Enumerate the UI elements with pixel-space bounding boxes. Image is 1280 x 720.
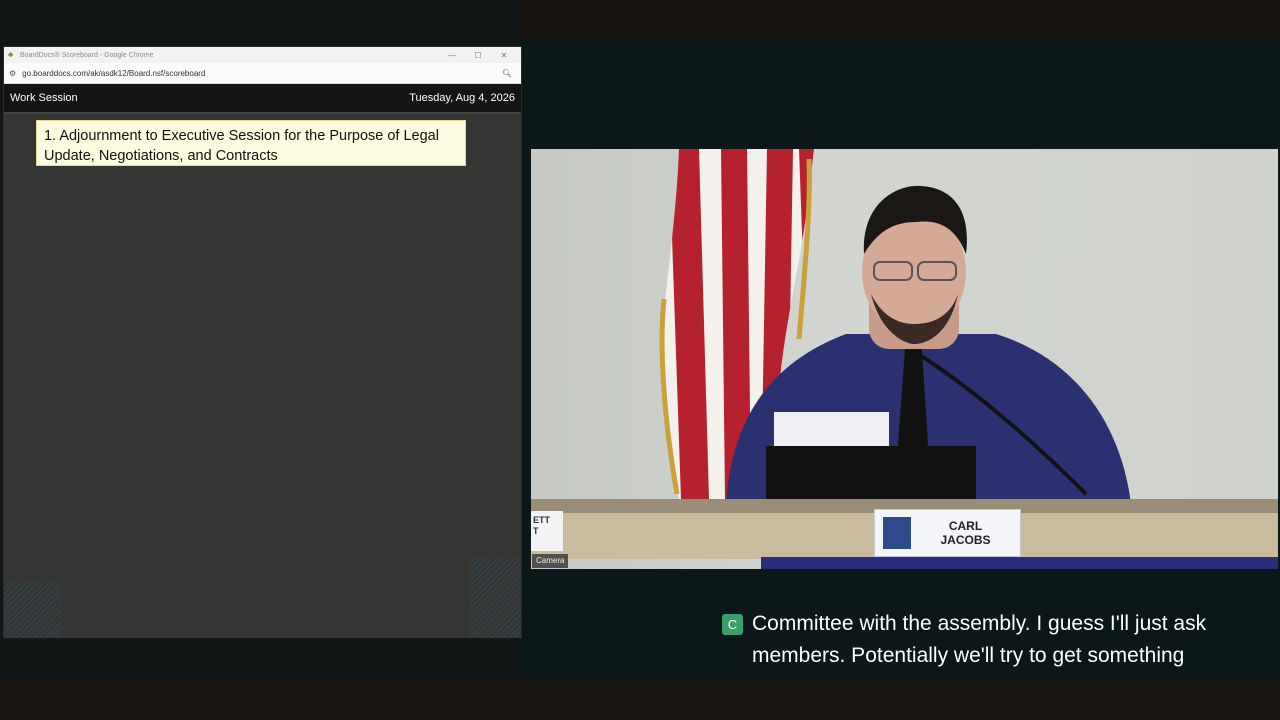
desk-base	[761, 557, 1278, 569]
caption-box: C Committee with the assembly. I guess I…	[722, 608, 1262, 672]
current-agenda-item: 1. Adjournment to Executive Session for …	[36, 120, 466, 166]
caption-line: members. Potentially we'll try to get so…	[752, 644, 1185, 667]
camera-label: Camera	[532, 554, 569, 568]
caption-line: Committee with the assembly. I guess I'l…	[752, 612, 1207, 635]
district-logo-icon	[883, 517, 911, 549]
meeting-type: Work Session	[10, 92, 78, 104]
address-bar[interactable]: ⚙ go.boarddocs.com/ak/asdk12/Board.nsf/s…	[4, 63, 521, 84]
tree-icon: ♣	[8, 50, 14, 59]
scoreboard-content: 1. Adjournment to Executive Session for …	[4, 114, 521, 638]
nameplate-text: CARL JACOBS	[911, 519, 1020, 547]
nameplate-first-name: CARL	[948, 519, 983, 533]
nameplate-last-name: JACOBS	[940, 533, 991, 547]
partial-nameplate-line: ETT	[533, 515, 550, 525]
window-title: BoardDocs® Scoreboard - Google Chrome	[20, 51, 154, 59]
meeting-date: Tuesday, Aug 4, 2026	[409, 92, 515, 104]
caption-text: Committee with the assembly. I guess I'l…	[752, 608, 1262, 672]
nameplate: CARL JACOBS	[874, 509, 1021, 557]
top-band	[520, 0, 1280, 40]
speaker-person	[726, 185, 1131, 504]
decorative-hatch-left	[4, 582, 62, 638]
decorative-hatch-right	[469, 558, 521, 638]
tune-icon[interactable]: ⚙	[9, 69, 16, 78]
maximize-button[interactable]: ☐	[465, 51, 491, 60]
search-icon[interactable]: 🔍︎	[502, 69, 512, 78]
minimize-button[interactable]: —	[439, 51, 465, 60]
bottom-band	[0, 680, 1280, 720]
window-controls: — ☐ ✕	[439, 51, 517, 60]
window-titlebar[interactable]: ♣ BoardDocs® Scoreboard - Google Chrome …	[4, 47, 521, 63]
caption-badge: C	[722, 614, 743, 635]
partial-nameplate: ETT T	[531, 511, 563, 551]
browser-window: ♣ BoardDocs® Scoreboard - Google Chrome …	[4, 47, 521, 638]
url-text[interactable]: go.boarddocs.com/ak/asdk12/Board.nsf/sco…	[22, 69, 502, 78]
partial-nameplate-line: T	[533, 526, 539, 536]
camera-feed: ETT T CARL JACOBS Camera	[531, 149, 1278, 569]
scoreboard-header: Work Session Tuesday, Aug 4, 2026	[4, 84, 521, 114]
close-button[interactable]: ✕	[491, 51, 517, 60]
